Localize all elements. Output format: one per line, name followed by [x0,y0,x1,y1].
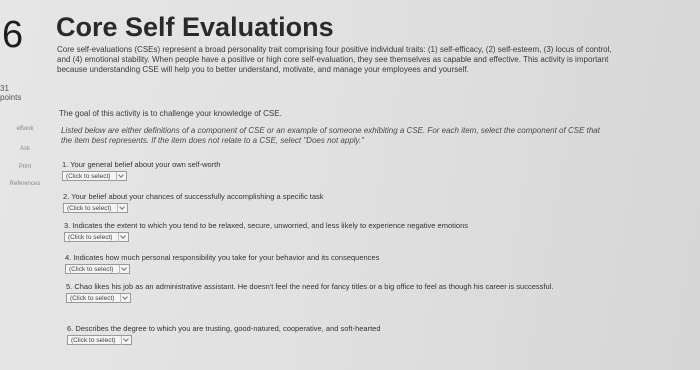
sidebar-link-print[interactable]: Print [0,164,50,170]
item-text: 3. Indicates the extent to which you ten… [64,221,468,230]
question-item-1: 1. Your general belief about your own se… [62,160,622,181]
answer-dropdown-5[interactable]: (Click to select) [66,293,132,303]
answer-dropdown-6[interactable]: (Click to select) [67,335,133,345]
question-item-2: 2. Your belief about your chances of suc… [63,192,623,213]
chevron-down-icon [117,203,125,213]
sidebar-link-ebook[interactable]: eBook [0,126,50,132]
item-text: 6. Describes the degree to which you are… [67,324,381,333]
answer-dropdown-1[interactable]: (Click to select) [62,171,128,181]
item-text: 5. Chao likes his job as an administrati… [66,282,554,291]
points-badge: 31 points [0,84,26,106]
instructions-text: Listed below are either definitions of a… [61,126,600,145]
dropdown-value: (Click to select) [70,294,115,302]
question-item-4: 4. Indicates how much personal responsib… [65,253,625,274]
question-item-6: 6. Describes the degree to which you are… [67,324,627,345]
chevron-down-icon [120,293,128,303]
dropdown-value: (Click to select) [69,265,114,273]
dropdown-value: (Click to select) [66,172,111,180]
answer-dropdown-2[interactable]: (Click to select) [63,203,129,213]
item-text: 2. Your belief about your chances of suc… [63,192,324,201]
dropdown-value: (Click to select) [67,204,112,212]
answer-dropdown-3[interactable]: (Click to select) [64,232,130,242]
answer-dropdown-4[interactable]: (Click to select) [65,264,131,274]
chevron-down-icon [116,171,124,181]
page-title: Core Self Evaluations [56,12,334,42]
question-item-3: 3. Indicates the extent to which you ten… [64,221,624,242]
sidebar-link-ask[interactable]: Ask [0,146,50,152]
item-text: 4. Indicates how much personal responsib… [65,253,380,262]
chevron-down-icon [121,335,129,345]
item-text: 1. Your general belief about your own se… [62,160,221,169]
question-item-5: 5. Chao likes his job as an administrati… [66,282,611,303]
goal-text: The goal of this activity is to challeng… [59,109,282,118]
sidebar-link-references[interactable]: References [0,181,50,187]
points-value: 31 [0,84,9,93]
question-content: Core self-evaluations (CSEs) represent a… [57,45,617,145]
dropdown-value: (Click to select) [71,336,116,344]
points-label: points [0,93,22,102]
question-number: 6 [2,14,23,56]
chevron-down-icon [118,232,126,242]
assignment-page: 6 Core Self Evaluations 31 points eBook … [0,0,700,370]
chevron-down-icon [119,264,127,274]
dropdown-value: (Click to select) [68,233,113,241]
intro-paragraph: Core self-evaluations (CSEs) represent a… [57,45,612,74]
